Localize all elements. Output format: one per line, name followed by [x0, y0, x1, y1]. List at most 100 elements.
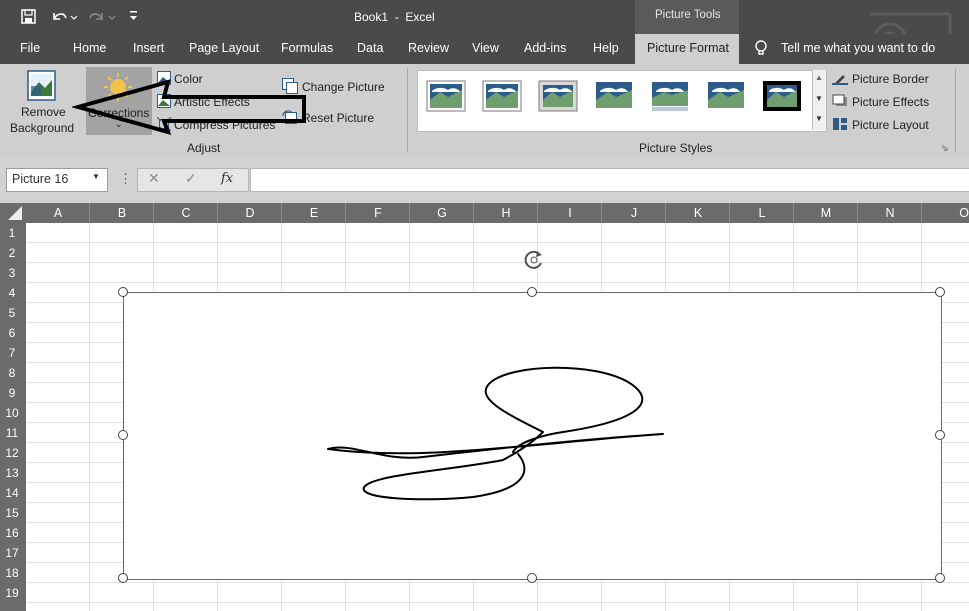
picture-border-button[interactable]: Picture Border	[852, 72, 929, 86]
column-header-o[interactable]: O	[922, 203, 969, 223]
group-separator	[407, 68, 408, 152]
gallery-more-icon[interactable]: ▼	[815, 114, 823, 123]
rotate-handle-icon[interactable]	[522, 248, 546, 272]
tab-data[interactable]: Data	[357, 41, 383, 55]
tab-add-ins[interactable]: Add-ins	[524, 41, 566, 55]
col-sep	[409, 203, 410, 223]
grid-line	[26, 262, 969, 263]
col-sep	[89, 203, 90, 223]
resize-handle-bottom-left[interactable]	[118, 573, 128, 583]
picture-layout-button[interactable]: Picture Layout	[852, 118, 929, 132]
column-header-a[interactable]: A	[26, 203, 90, 223]
undo-icon[interactable]	[50, 8, 78, 26]
change-picture-button[interactable]: Change Picture	[302, 80, 385, 94]
row-header-12[interactable]: 12	[0, 443, 24, 463]
resize-handle-bottom-right[interactable]	[935, 573, 945, 583]
column-header-c[interactable]: C	[154, 203, 218, 223]
tab-file[interactable]: File	[20, 41, 40, 55]
resize-handle-top-left[interactable]	[118, 287, 128, 297]
column-header-d[interactable]: D	[218, 203, 282, 223]
column-header-j[interactable]: J	[602, 203, 666, 223]
cancel-icon[interactable]: ✕	[148, 170, 160, 187]
row-header-17[interactable]: 17	[0, 543, 24, 563]
row-header-14[interactable]: 14	[0, 483, 24, 503]
resize-handle-top[interactable]	[527, 287, 537, 297]
tab-page-layout[interactable]: Page Layout	[189, 41, 259, 55]
column-header-b[interactable]: B	[90, 203, 154, 223]
resize-handle-right[interactable]	[935, 430, 945, 440]
enter-icon[interactable]: ✓	[185, 170, 197, 187]
col-sep	[793, 203, 794, 223]
tab-help[interactable]: Help	[593, 41, 619, 55]
row-header-8[interactable]: 8	[0, 363, 24, 383]
dialog-launcher-icon[interactable]: ⬂	[941, 143, 949, 154]
row-header-18[interactable]: 18	[0, 563, 24, 583]
picture-layout-icon	[833, 118, 847, 130]
tab-view[interactable]: View	[472, 41, 499, 55]
picture-style-2[interactable]	[482, 80, 522, 112]
row-header-16[interactable]: 16	[0, 523, 24, 543]
gallery-up-icon[interactable]: ▲	[815, 73, 823, 82]
col-sep	[473, 203, 474, 223]
picture-style-6[interactable]	[706, 80, 746, 112]
row-header-15[interactable]: 15	[0, 503, 24, 523]
gallery-down-icon[interactable]: ▼	[815, 94, 823, 103]
picture-styles-group-label: Picture Styles	[639, 141, 713, 155]
grid-line	[26, 242, 969, 243]
column-header-h[interactable]: H	[474, 203, 538, 223]
row-header-9[interactable]: 9	[0, 383, 24, 403]
picture-style-1[interactable]	[426, 80, 466, 112]
row-header-11[interactable]: 11	[0, 423, 24, 443]
column-header-i[interactable]: I	[538, 203, 602, 223]
col-sep	[281, 203, 282, 223]
picture-effects-button[interactable]: Picture Effects	[852, 95, 929, 109]
picture-style-3[interactable]	[538, 80, 578, 112]
window-title: Book1 - Excel	[354, 10, 435, 24]
tab-formulas[interactable]: Formulas	[281, 41, 333, 55]
tab-home[interactable]: Home	[73, 41, 106, 55]
picture-border-icon	[832, 75, 848, 85]
tab-review[interactable]: Review	[408, 41, 449, 55]
formula-bar-options-icon[interactable]: ⋮	[119, 171, 132, 187]
row-header-19[interactable]: 19	[0, 583, 24, 603]
row-header-1[interactable]: 1	[0, 223, 24, 243]
row-header-13[interactable]: 13	[0, 463, 24, 483]
row-header-4[interactable]: 4	[0, 283, 24, 303]
save-icon[interactable]	[20, 8, 38, 26]
formula-input[interactable]	[250, 168, 969, 192]
grid-line	[26, 602, 969, 603]
row-header-5[interactable]: 5	[0, 303, 24, 323]
row-header-6[interactable]: 6	[0, 323, 24, 343]
column-header-e[interactable]: E	[282, 203, 346, 223]
select-all-icon[interactable]	[8, 206, 22, 220]
resize-handle-bottom[interactable]	[527, 573, 537, 583]
picture-style-5[interactable]	[650, 80, 690, 112]
remove-background-label-2[interactable]: Background	[10, 121, 74, 135]
reset-picture-button[interactable]: Reset Picture	[302, 111, 374, 125]
name-box-dropdown-icon[interactable]: ▼	[92, 172, 100, 181]
column-header-l[interactable]: L	[730, 203, 794, 223]
row-header-10[interactable]: 10	[0, 403, 24, 423]
grid-line	[26, 582, 969, 583]
picture-style-7-selected[interactable]	[762, 80, 802, 112]
column-header-g[interactable]: G	[410, 203, 474, 223]
tell-me-search[interactable]: Tell me what you want to do	[781, 41, 935, 55]
tab-insert[interactable]: Insert	[133, 41, 164, 55]
insert-function-icon[interactable]: fx	[221, 171, 233, 186]
remove-background-label-1[interactable]: Remove	[21, 105, 66, 119]
tab-picture-format[interactable]: Picture Format	[647, 41, 729, 55]
resize-handle-top-right[interactable]	[935, 287, 945, 297]
row-header-2[interactable]: 2	[0, 243, 24, 263]
column-header-f[interactable]: F	[346, 203, 410, 223]
col-sep	[601, 203, 602, 223]
remove-background-icon[interactable]	[27, 70, 57, 102]
signature-image	[327, 366, 664, 501]
column-header-k[interactable]: K	[666, 203, 730, 223]
row-header-7[interactable]: 7	[0, 343, 24, 363]
picture-style-4[interactable]	[594, 80, 634, 112]
resize-handle-left[interactable]	[118, 430, 128, 440]
column-header-m[interactable]: M	[794, 203, 858, 223]
row-header-3[interactable]: 3	[0, 263, 24, 283]
column-header-n[interactable]: N	[858, 203, 922, 223]
customize-icon[interactable]	[128, 10, 140, 24]
